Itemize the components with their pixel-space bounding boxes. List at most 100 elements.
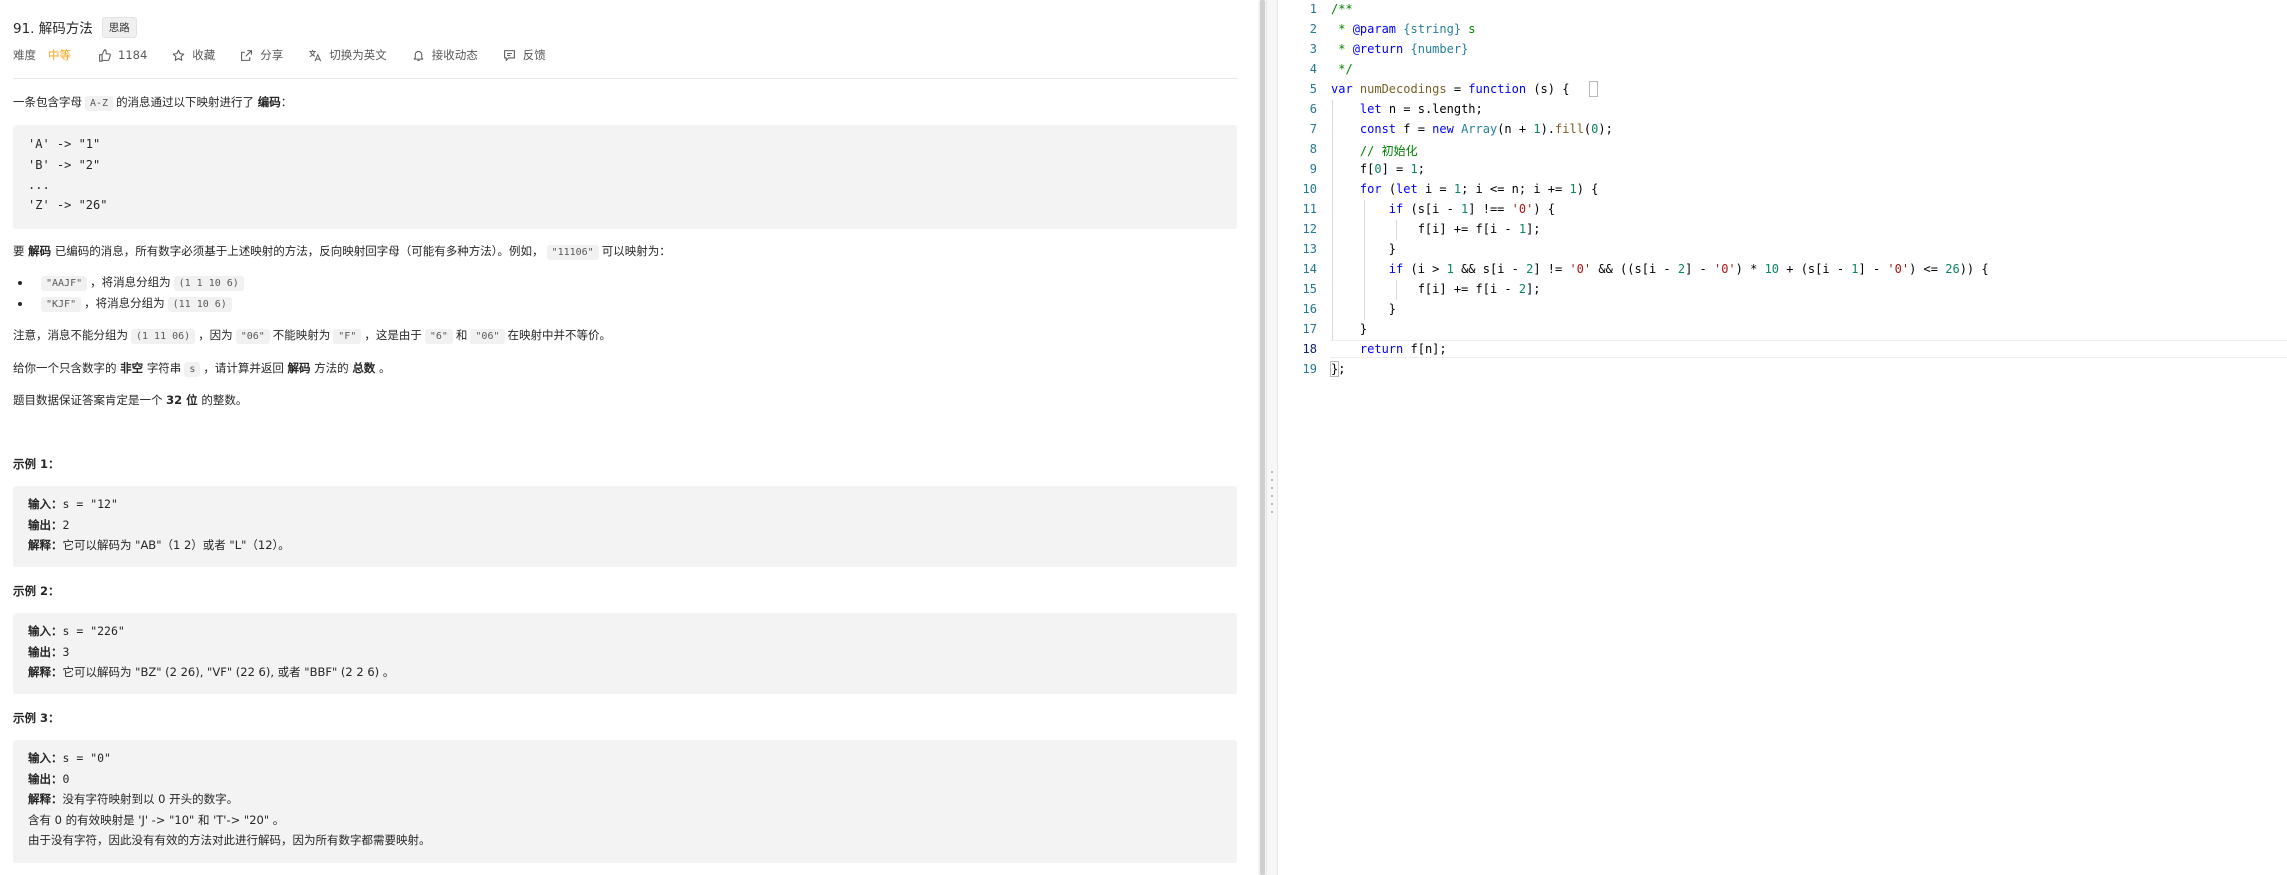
translate-icon [309, 49, 322, 61]
value: 它可以解码为 "BZ" (2 26), "VF" (22 6), 或者 "BBF… [62, 665, 395, 679]
hint-tag[interactable]: 思路 [101, 16, 137, 38]
code-line[interactable]: * @return {number} [1331, 42, 1468, 56]
code-line[interactable]: const f = new Array(n + 1).fill(0); [1331, 122, 1613, 136]
like-button[interactable]: 1184 [98, 48, 147, 62]
token: ; i <= n; i += [1461, 182, 1570, 196]
token: // 初始化 [1359, 144, 1418, 158]
token: numDecodings [1352, 82, 1447, 96]
text: ，请计算并返回 [203, 361, 284, 375]
token: ] !== [1468, 202, 1512, 216]
bullet-dot [18, 281, 22, 285]
bold-text: 32 位 [166, 393, 198, 407]
value: 3 [62, 645, 70, 659]
example-output: 输出：3 [28, 644, 69, 660]
code-line[interactable]: // 初始化 [1331, 142, 1418, 159]
text: ： [280, 95, 293, 109]
code-line[interactable]: f[i] += f[i - 1]; [1331, 222, 1541, 236]
text: 一条包含字母 [13, 95, 82, 109]
token: '0' [1569, 262, 1592, 276]
token: (s[i - [1403, 202, 1462, 216]
token: let [1396, 182, 1418, 196]
text: 的整数。 [201, 393, 248, 407]
example-3-heading: 示例 3： [13, 711, 60, 725]
example-explain: 解释：它可以解码为 "AB"（1 2）或者 "L"（12）。 [28, 537, 290, 553]
favorite-button[interactable]: 收藏 [172, 47, 215, 63]
code-line[interactable]: } [1331, 322, 1367, 336]
code-line[interactable]: if (i > 1 && s[i - 2] != '0' && ((s[i - … [1331, 262, 1989, 276]
value: 没有字符映射到以 0 开头的数字。 [62, 792, 239, 806]
pane-resize-divider[interactable] [1266, 0, 1278, 875]
token: ; [1417, 162, 1425, 176]
code-line[interactable]: * @param {string} s [1331, 22, 1475, 36]
example-1-heading: 示例 1： [13, 457, 60, 471]
example-input: 输入：s = "226" [28, 623, 125, 639]
token: 1 [1518, 222, 1527, 236]
token: ) { [1533, 202, 1556, 216]
inline-code: (1 11 06) [131, 329, 196, 344]
inline-code: "11106" [546, 245, 599, 260]
line-number: 9 [1309, 162, 1317, 176]
code-line: 'Z' -> "26" [28, 198, 108, 212]
share-button[interactable]: 分享 [240, 47, 283, 63]
mapping-code-block: 'A' -> "1" 'B' -> "2" ... 'Z' -> "26" [13, 125, 1237, 229]
bracket-match-highlight [1589, 81, 1598, 97]
subscribe-label: 接收动态 [431, 48, 478, 62]
switch-language-label: 切换为英文 [329, 48, 387, 62]
code-editor[interactable]: 1 2 3 4 5 6 7 8 9 10 11 12 13 14 15 16 1… [1278, 0, 2287, 875]
token: fill [1555, 122, 1584, 136]
inline-code: s [184, 362, 201, 377]
token: '0' [1887, 262, 1910, 276]
code-line[interactable]: */ [1331, 62, 1352, 76]
token: ) * [1735, 262, 1765, 276]
line-number: 6 [1309, 102, 1317, 116]
feedback-button[interactable]: 反馈 [503, 47, 546, 63]
token: {string} [1396, 22, 1462, 36]
token: 1 [1851, 262, 1859, 276]
text: 方法的 [314, 361, 349, 375]
token: @return [1352, 42, 1404, 56]
example-1-block: 输入：s = "12" 输出：2 解释：它可以解码为 "AB"（1 2）或者 "… [13, 486, 1237, 567]
bold-text: 总数 [352, 361, 376, 375]
feedback-label: 反馈 [522, 48, 546, 62]
drag-handle-icon[interactable] [1271, 468, 1273, 514]
label: 输出： [28, 772, 63, 786]
code-line[interactable]: f[0] = 1; [1331, 162, 1425, 176]
bold-text: 解码 [28, 244, 52, 258]
code-line[interactable]: } [1331, 302, 1396, 316]
token: ); [1598, 122, 1613, 136]
token: 26 [1945, 262, 1960, 276]
token: 10 [1764, 262, 1780, 276]
code-line[interactable]: let n = s.length; [1331, 102, 1483, 116]
line-number: 8 [1309, 142, 1317, 156]
code-line[interactable]: var numDecodings = function (s) { [1331, 82, 1569, 96]
code-line[interactable]: /** [1331, 2, 1353, 16]
text: 给你一个只含数字的 [13, 361, 117, 375]
subscribe-button[interactable]: 接收动态 [412, 47, 478, 63]
line-number: 4 [1309, 62, 1317, 76]
value: 它可以解码为 "AB"（1 2）或者 "L"（12）。 [62, 538, 290, 552]
description-scrollbar-thumb[interactable] [1260, 0, 1265, 875]
inline-code: (11 10 6) [167, 297, 232, 312]
code-line[interactable]: f[i] += f[i - 2]; [1331, 282, 1541, 296]
token: const [1359, 122, 1397, 136]
bell-icon [413, 50, 424, 61]
token: Array [1461, 122, 1498, 136]
token: (s) { [1526, 82, 1570, 96]
token: ]; [1526, 282, 1541, 296]
code-line[interactable]: for (let i = 1; i <= n; i += 1) { [1331, 182, 1598, 196]
token: = [1446, 82, 1469, 96]
code-line-active[interactable]: return f[n]; [1331, 342, 1447, 356]
favorite-label: 收藏 [192, 48, 216, 62]
code-line[interactable]: if (s[i - 1] !== '0') { [1331, 202, 1555, 216]
switch-language-button[interactable]: 切换为英文 [308, 47, 387, 63]
line-number-active: 18 [1302, 342, 1317, 356]
text: 。 [378, 361, 391, 375]
code-line[interactable]: }; [1331, 362, 1345, 376]
code-line[interactable]: } [1331, 242, 1396, 256]
